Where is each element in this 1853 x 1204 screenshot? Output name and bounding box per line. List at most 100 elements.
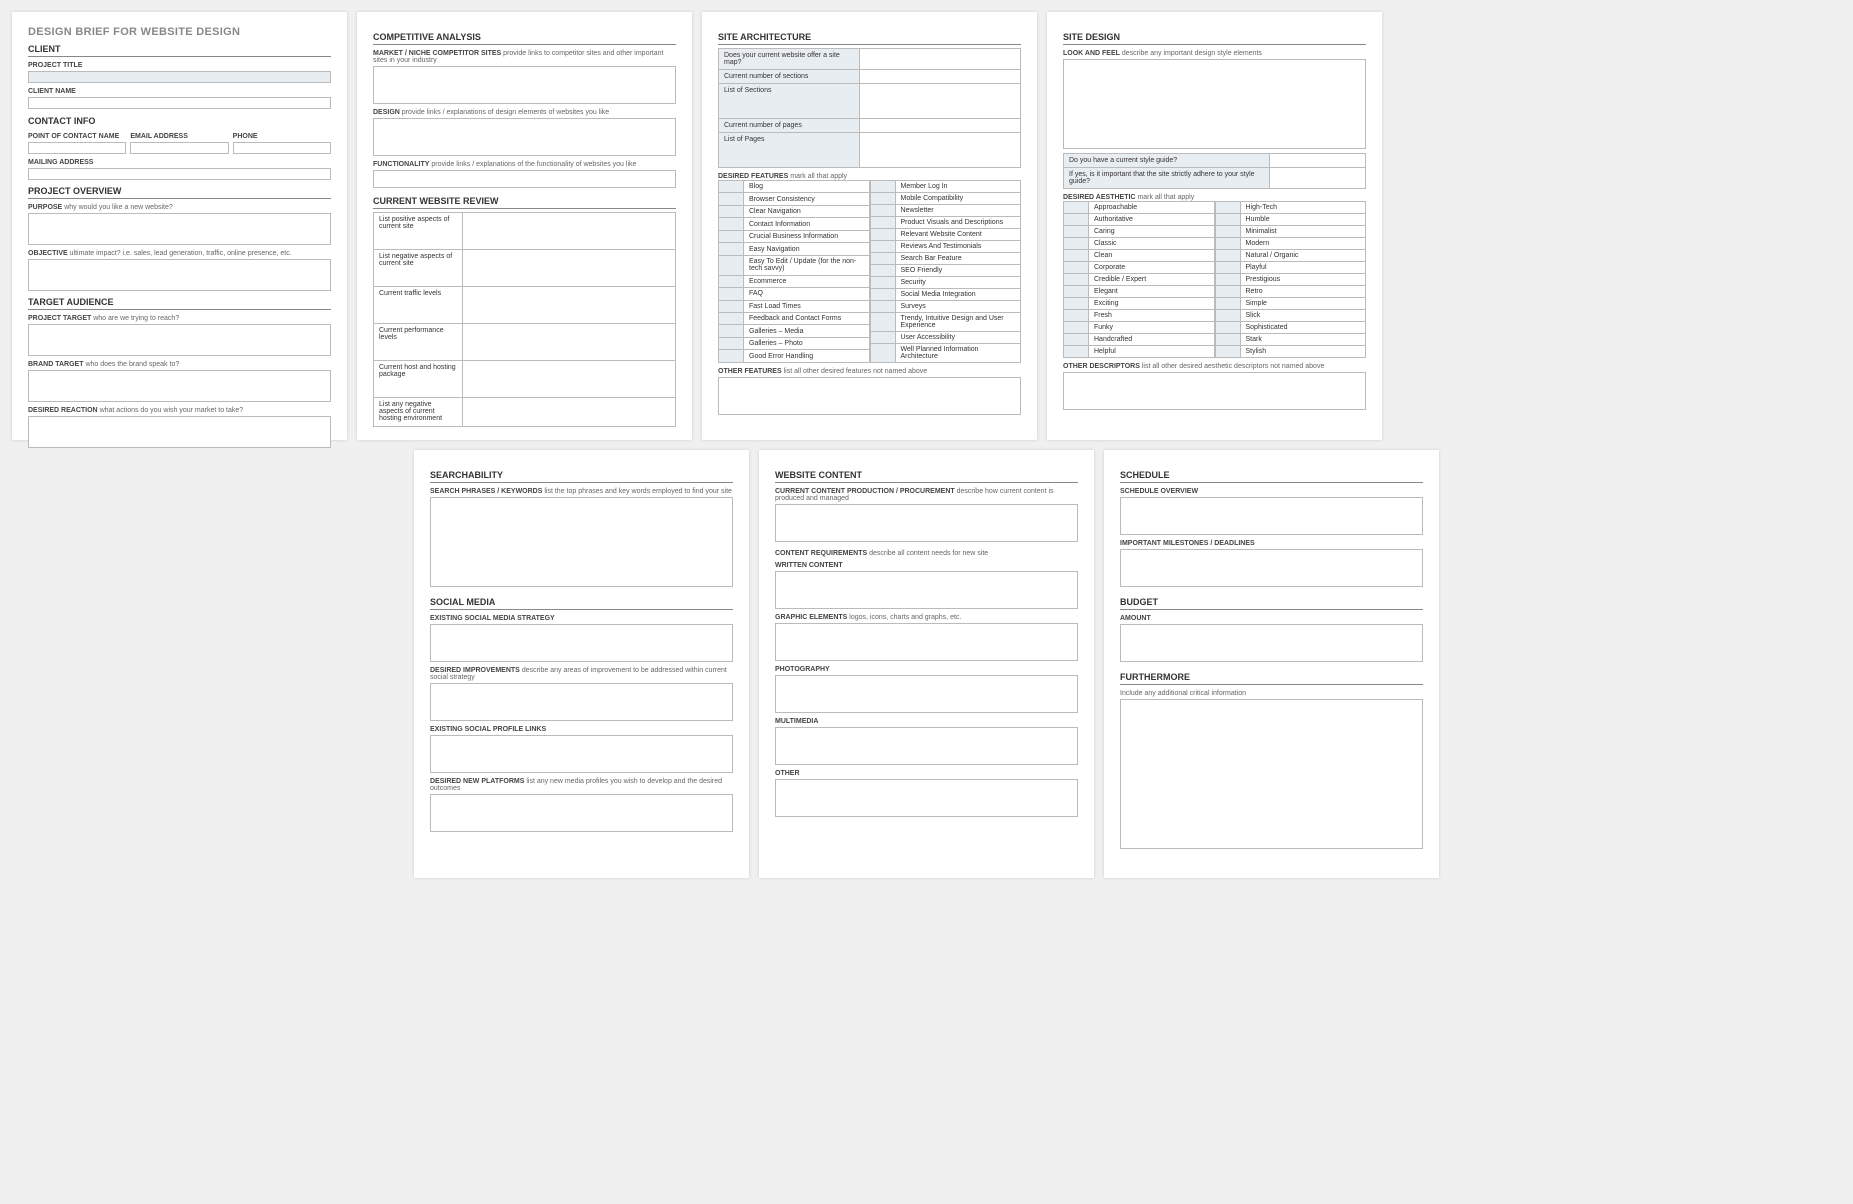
- checklist-checkbox[interactable]: [870, 277, 895, 289]
- input-design[interactable]: [373, 118, 676, 156]
- input-look-feel[interactable]: [1063, 59, 1366, 149]
- input-functionality[interactable]: [373, 170, 676, 188]
- input-desired-improvements[interactable]: [430, 683, 733, 721]
- checklist-checkbox[interactable]: [1215, 202, 1240, 214]
- input-multimedia[interactable]: [775, 727, 1078, 765]
- checklist-checkbox[interactable]: [870, 217, 895, 229]
- checklist-checkbox[interactable]: [1064, 346, 1089, 358]
- checklist-checkbox[interactable]: [870, 241, 895, 253]
- input-market[interactable]: [373, 66, 676, 104]
- checklist-checkbox[interactable]: [870, 253, 895, 265]
- checklist-checkbox[interactable]: [719, 275, 744, 287]
- checklist-checkbox[interactable]: [1064, 310, 1089, 322]
- checklist-label: Humble: [1240, 214, 1366, 226]
- arch-sitemap-input[interactable]: [860, 49, 1021, 70]
- input-search-phrases[interactable]: [430, 497, 733, 587]
- checklist-checkbox[interactable]: [1215, 334, 1240, 346]
- input-other-features[interactable]: [718, 377, 1021, 415]
- input-existing-profiles[interactable]: [430, 735, 733, 773]
- input-purpose[interactable]: [28, 213, 331, 245]
- input-brand-target[interactable]: [28, 370, 331, 402]
- arch-pages-list-input[interactable]: [860, 133, 1021, 168]
- review-negative-input[interactable]: [463, 250, 676, 287]
- review-host-input[interactable]: [463, 361, 676, 398]
- checklist-checkbox[interactable]: [1215, 346, 1240, 358]
- checklist-checkbox[interactable]: [719, 181, 744, 193]
- checklist-checkbox[interactable]: [719, 300, 744, 312]
- input-graphic-elements[interactable]: [775, 623, 1078, 661]
- checklist-checkbox[interactable]: [870, 313, 895, 332]
- styleguide-a2[interactable]: [1270, 168, 1366, 189]
- checklist-checkbox[interactable]: [1215, 214, 1240, 226]
- checklist-checkbox[interactable]: [719, 350, 744, 363]
- review-hosting-neg-input[interactable]: [463, 398, 676, 427]
- input-objective[interactable]: [28, 259, 331, 291]
- checklist-checkbox[interactable]: [1215, 226, 1240, 238]
- input-milestones[interactable]: [1120, 549, 1423, 587]
- checklist-checkbox[interactable]: [1215, 298, 1240, 310]
- checklist-checkbox[interactable]: [719, 193, 744, 205]
- styleguide-a1[interactable]: [1270, 154, 1366, 168]
- checklist-checkbox[interactable]: [1215, 238, 1240, 250]
- checklist-checkbox[interactable]: [1064, 334, 1089, 346]
- input-project-title[interactable]: [28, 71, 331, 83]
- review-traffic-input[interactable]: [463, 287, 676, 324]
- input-phone[interactable]: [233, 142, 331, 154]
- checklist-checkbox[interactable]: [1064, 214, 1089, 226]
- arch-sections-list-input[interactable]: [860, 84, 1021, 119]
- checklist-checkbox[interactable]: [1064, 226, 1089, 238]
- checklist-checkbox[interactable]: [870, 181, 895, 193]
- checklist-checkbox[interactable]: [1215, 262, 1240, 274]
- checklist-checkbox[interactable]: [1064, 286, 1089, 298]
- checklist-checkbox[interactable]: [719, 312, 744, 324]
- arch-pages-count-input[interactable]: [860, 119, 1021, 133]
- input-other-content[interactable]: [775, 779, 1078, 817]
- checklist-checkbox[interactable]: [719, 205, 744, 217]
- checklist-checkbox[interactable]: [1215, 322, 1240, 334]
- input-project-target[interactable]: [28, 324, 331, 356]
- input-additional-info[interactable]: [1120, 699, 1423, 849]
- input-other-descriptors[interactable]: [1063, 372, 1366, 410]
- checklist-checkbox[interactable]: [1215, 286, 1240, 298]
- arch-sections-count-input[interactable]: [860, 70, 1021, 84]
- review-performance-input[interactable]: [463, 324, 676, 361]
- input-mailing[interactable]: [28, 168, 331, 180]
- checklist-checkbox[interactable]: [1215, 250, 1240, 262]
- checklist-checkbox[interactable]: [1064, 202, 1089, 214]
- checklist-checkbox[interactable]: [870, 265, 895, 277]
- checklist-checkbox[interactable]: [870, 289, 895, 301]
- input-amount[interactable]: [1120, 624, 1423, 662]
- checklist-checkbox[interactable]: [870, 193, 895, 205]
- input-reaction[interactable]: [28, 416, 331, 448]
- checklist-checkbox[interactable]: [1064, 238, 1089, 250]
- checklist-checkbox[interactable]: [870, 344, 895, 363]
- checklist-checkbox[interactable]: [1064, 322, 1089, 334]
- checklist-checkbox[interactable]: [719, 230, 744, 242]
- checklist-checkbox[interactable]: [1064, 298, 1089, 310]
- checklist-checkbox[interactable]: [719, 218, 744, 230]
- input-content-production[interactable]: [775, 504, 1078, 542]
- input-new-platforms[interactable]: [430, 794, 733, 832]
- checklist-checkbox[interactable]: [719, 255, 744, 275]
- checklist-checkbox[interactable]: [870, 229, 895, 241]
- checklist-checkbox[interactable]: [870, 301, 895, 313]
- checklist-checkbox[interactable]: [719, 243, 744, 255]
- checklist-checkbox[interactable]: [1215, 274, 1240, 286]
- input-poc[interactable]: [28, 142, 126, 154]
- input-written-content[interactable]: [775, 571, 1078, 609]
- checklist-checkbox[interactable]: [870, 205, 895, 217]
- checklist-checkbox[interactable]: [1215, 310, 1240, 322]
- review-positive-input[interactable]: [463, 213, 676, 250]
- input-existing-strategy[interactable]: [430, 624, 733, 662]
- checklist-checkbox[interactable]: [719, 288, 744, 300]
- checklist-checkbox[interactable]: [870, 332, 895, 344]
- checklist-checkbox[interactable]: [1064, 274, 1089, 286]
- checklist-checkbox[interactable]: [719, 337, 744, 349]
- input-photography[interactable]: [775, 675, 1078, 713]
- checklist-checkbox[interactable]: [1064, 262, 1089, 274]
- input-client-name[interactable]: [28, 97, 331, 109]
- checklist-checkbox[interactable]: [1064, 250, 1089, 262]
- input-schedule-overview[interactable]: [1120, 497, 1423, 535]
- checklist-checkbox[interactable]: [719, 325, 744, 337]
- input-email[interactable]: [130, 142, 228, 154]
